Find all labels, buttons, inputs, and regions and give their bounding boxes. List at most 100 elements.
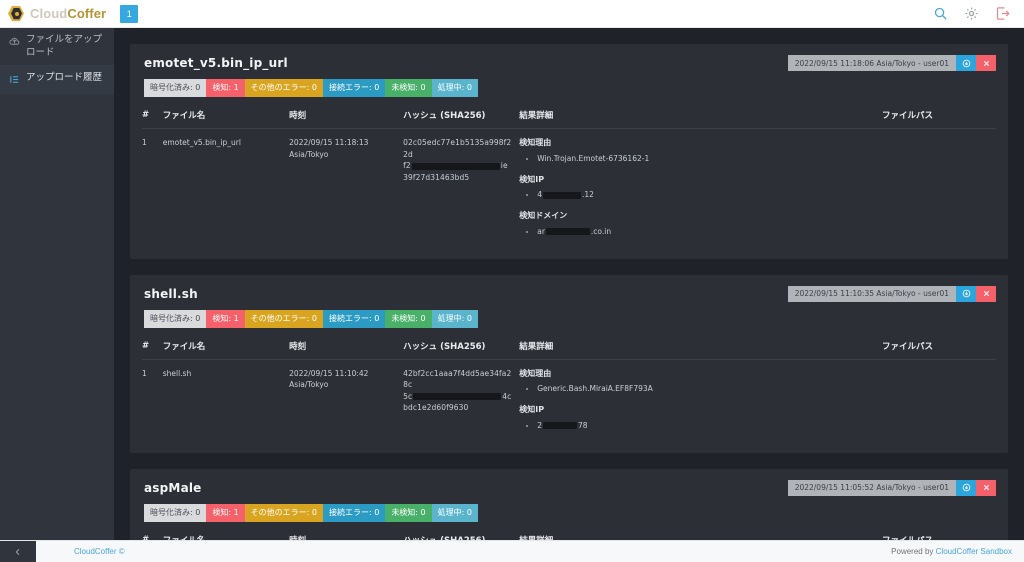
sidebar-item-label: ファイルをアップロード [26,34,106,59]
status-badge-detected: 検知: 1 [206,79,244,97]
table-header-cell: ファイルパス [882,109,996,129]
delete-button[interactable] [976,286,996,302]
result-item-list: ar.co.in [519,226,876,238]
main-content: emotet_v5.bin_ip_url暗号化済み: 0検知: 1その他のエラー… [114,28,1024,540]
cloud-upload-icon [9,36,20,47]
results-table: #ファイル名時刻ハッシュ (SHA256)結果詳細ファイルパス1shell.sh… [142,340,996,443]
table-header-cell: # [142,109,163,129]
sidebar-item-label: アップロード履歴 [26,72,102,85]
download-button[interactable] [956,286,976,302]
sidebar-item-upload-history[interactable]: アップロード履歴 [0,66,114,94]
scan-result-card: shell.sh暗号化済み: 0検知: 1その他のエラー: 0接続エラー: 0未… [130,275,1008,453]
search-icon[interactable] [933,6,948,21]
row-result-details: 検知理由Generic.Bash.MiraiA.EF8F793A検知IP278 [519,359,882,443]
row-result-details: 検知理由Win.Trojan.Emotet-6736162-1検知IP4.12検… [519,129,882,249]
redaction-bar [546,228,590,235]
table-head: #ファイル名時刻ハッシュ (SHA256)結果詳細ファイルパス [142,340,996,360]
footer-powered-by: Powered by CloudCoffer Sandbox [891,547,1024,556]
hash-segment: 02c05edc77e1b5135a998f22d [403,138,511,159]
hash-value-redacted: 5c4c [403,391,513,403]
redaction-bar [412,163,500,170]
hash-segment: f2 [403,161,411,170]
row-time: 2022/09/15 11:18:13Asia/Tokyo [289,129,403,249]
card-timestamp: 2022/09/15 11:05:52 Asia/Tokyo - user01 [788,480,956,496]
table-header-cell: 結果詳細 [519,109,882,129]
status-badge-undetected: 未検知: 0 [385,310,431,328]
result-item-redacted: ar.co.in [537,226,876,238]
delete-button[interactable] [976,55,996,71]
delete-button[interactable] [976,480,996,496]
status-badge-group: 暗号化済み: 0検知: 1その他のエラー: 0接続エラー: 0未検知: 0処理中… [144,79,478,97]
status-badge-processing: 処理中: 0 [432,310,478,328]
download-button[interactable] [956,55,976,71]
result-item: Win.Trojan.Emotet-6736162-1 [537,153,876,165]
status-badge-other_error: その他のエラー: 0 [245,79,323,97]
timezone-value: Asia/Tokyo [289,149,397,161]
result-group: 検知IP 4.12 [519,174,876,202]
download-button[interactable] [956,480,976,496]
table-header-cell: ファイルパス [882,340,996,360]
app-root: CloudCoffer 1 [0,0,1024,562]
hash-value: 02c05edc77e1b5135a998f22d [403,137,513,160]
result-item-list: 4.12 [519,189,876,201]
result-group-heading: 検知IP [519,174,876,186]
logout-icon[interactable] [995,6,1010,21]
card-timestamp: 2022/09/15 11:10:35 Asia/Tokyo - user01 [788,286,956,302]
time-value: 2022/09/15 11:10:42 [289,368,397,380]
status-badge-group: 暗号化済み: 0検知: 1その他のエラー: 0接続エラー: 0未検知: 0処理中… [144,310,478,328]
brand-primary: Cloud [30,6,67,21]
footer-powered-link[interactable]: CloudCoffer Sandbox [936,547,1012,556]
hash-value: bdc1e2d60f9630 [403,402,513,414]
result-group: 検知ドメイン ar.co.in [519,210,876,238]
status-badge-processing: 処理中: 0 [432,79,478,97]
table-header-cell: 時刻 [289,340,403,360]
gear-icon[interactable] [964,6,979,21]
row-index: 1 [142,359,163,443]
close-icon [982,289,991,298]
row-time: 2022/09/15 11:10:42Asia/Tokyo [289,359,403,443]
sidebar-item-upload-file[interactable]: ファイルをアップロード [0,28,114,66]
table-header-cell: ファイル名 [163,109,289,129]
table-header-cell: ハッシュ (SHA256) [403,109,519,129]
status-badge-group: 暗号化済み: 0検知: 1その他のエラー: 0接続エラー: 0未検知: 0処理中… [144,504,478,522]
status-badge-detected: 検知: 1 [206,310,244,328]
download-icon [962,59,971,68]
close-icon [982,483,991,492]
status-badge-connection_error: 接続エラー: 0 [323,310,385,328]
scan-result-card: aspMale暗号化済み: 0検知: 1その他のエラー: 0接続エラー: 0未検… [130,469,1008,541]
hash-segment: 42bf2cc1aaa7f4dd5ae34fa28c [403,369,511,390]
top-bar-actions [933,6,1024,21]
status-badge-other_error: その他のエラー: 0 [245,504,323,522]
table-header-row: #ファイル名時刻ハッシュ (SHA256)結果詳細ファイルパス [142,340,996,360]
status-badge-encrypted: 暗号化済み: 0 [144,310,206,328]
result-group-heading: 検知ドメイン [519,210,876,222]
value-suffix: .co.in [591,227,611,236]
brand-logo[interactable]: CloudCoffer 1 [0,5,138,23]
result-group: 検知IP 278 [519,404,876,432]
table-head: #ファイル名時刻ハッシュ (SHA256)結果詳細ファイルパス [142,109,996,129]
top-bar: CloudCoffer 1 [0,0,1024,28]
cloudcoffer-logo-icon [8,6,24,22]
status-badge-undetected: 未検知: 0 [385,504,431,522]
table-header-cell: ファイル名 [163,340,289,360]
status-badge-connection_error: 接続エラー: 0 [323,504,385,522]
status-badge-connection_error: 接続エラー: 0 [323,79,385,97]
footer-copyright: CloudCoffer © [36,547,125,556]
download-icon [962,483,971,492]
value-suffix: .12 [582,190,594,199]
hash-value-redacted: f2 ie [403,160,513,172]
table-header-cell: 結果詳細 [519,340,882,360]
sidebar-collapse-button[interactable] [0,541,36,562]
table-body: 1emotet_v5.bin_ip_url2022/09/15 11:18:13… [142,129,996,249]
brand-count-badge: 1 [120,5,138,23]
result-item-redacted: 278 [537,420,876,432]
sidebar: ファイルをアップロード アップロード履歴 [0,28,114,540]
hash-segment: ie [501,161,508,170]
hash-value: 39f27d31463bd5 [403,172,513,184]
close-icon [982,59,991,68]
history-list-icon [9,74,20,85]
status-badge-processing: 処理中: 0 [432,504,478,522]
result-group-heading: 検知IP [519,404,876,416]
result-item-list: Win.Trojan.Emotet-6736162-1 [519,153,876,165]
status-badge-undetected: 未検知: 0 [385,79,431,97]
